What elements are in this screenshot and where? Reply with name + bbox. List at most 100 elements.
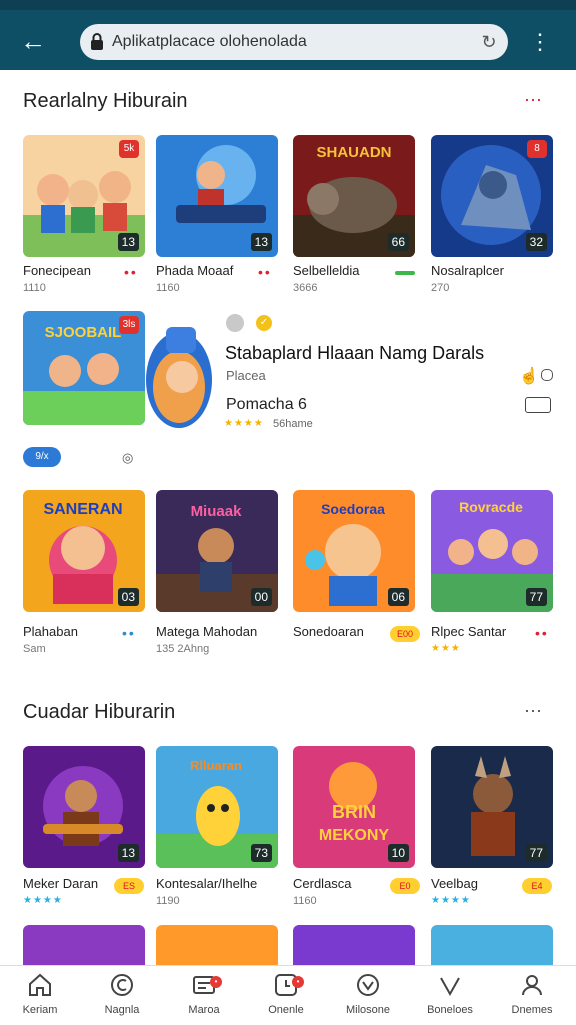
nav-label: Maroa [188,1004,220,1016]
card-count: 32 [525,233,547,251]
nav-label: Milosone [345,1004,391,1016]
nav-item-home[interactable]: Keriam [8,972,72,1022]
app-meta: 3666 [293,282,318,294]
nav-label: Keriam [22,1004,58,1016]
app-card[interactable]: Rovracde 77 [431,490,553,612]
progress-indicator [395,271,415,275]
install-icon[interactable] [525,397,551,413]
section-title: Rearlalny Hiburain [23,90,188,112]
app-card[interactable]: 8 32 [431,135,553,257]
card-count: 00 [250,588,272,606]
more-dots-icon[interactable]: •• [535,625,549,641]
more-options-icon[interactable]: ⋯ [524,701,544,722]
view-icon[interactable]: ◎ [122,450,133,466]
price-pill[interactable]: E00 [390,626,420,642]
more-dots-icon[interactable]: •• [258,264,272,280]
card-count: 77 [525,588,547,606]
svg-text:Rlluaran: Rlluaran [190,758,242,773]
svg-text:SANERAN: SANERAN [43,501,122,518]
app-card[interactable]: 13 [156,135,278,257]
nav-label: Boneloes [427,1004,473,1016]
price-pill[interactable]: ES [114,878,144,894]
reload-icon[interactable]: ↻ [478,31,500,53]
card-count: 10 [387,844,409,862]
shield-icon [357,974,379,996]
app-name: Matega Mahodan [156,624,258,639]
nav-item-missions[interactable]: Milosone [336,972,400,1022]
app-meta: 1110 [23,282,46,294]
status-bar [0,0,576,10]
featured-subtitle: Placea [226,368,266,383]
nav-item-profile[interactable]: Dnemes [500,972,564,1022]
card-count: 73 [250,844,272,862]
svg-text:Miuaak: Miuaak [191,503,243,520]
price-pill[interactable]: E4 [522,878,552,894]
app-card[interactable]: Soedoraa 06 [293,490,415,612]
developer-avatar [226,314,244,332]
nav-item-games[interactable]: Nagnla [90,972,154,1022]
like-icon[interactable]: ☝ [519,366,539,386]
card-count: 03 [117,588,139,606]
card-badge: 3ls [119,316,139,334]
card-badge: 5k [119,140,139,158]
app-meta: 1160 [293,895,317,907]
bottom-navigation: Keriam Nagnla • Maroa • Onenle Milosone … [0,965,576,1025]
lock-icon [91,33,103,50]
nav-label: Dnemes [511,1004,553,1016]
app-meta: 1190 [156,895,180,907]
more-dots-icon[interactable]: •• [124,264,138,280]
rating-stars: ★★★★ [224,418,264,429]
nav-item-list[interactable]: • Maroa [172,972,236,1022]
card-count: 06 [387,588,409,606]
card-count: 66 [387,233,409,251]
app-card[interactable]: 5k 13 [23,135,145,257]
notification-badge: • [210,976,222,988]
app-name: Selbelleldia [293,263,360,278]
circle-c-icon [111,974,133,996]
app-card[interactable]: BRIN MEKONY 10 [293,746,415,868]
heart-icon [440,977,460,997]
rating-stars: ★★★★ [23,895,63,906]
home-icon [29,973,51,996]
app-card[interactable] [156,925,278,965]
app-card[interactable]: SANERAN 03 [23,490,145,612]
app-name: Rlpec Santar [431,624,507,639]
app-card[interactable] [23,925,145,965]
url-text: Aplikatplacace olohenolada [112,33,307,50]
nav-label: Nagnla [104,1004,140,1016]
tag-pill[interactable]: 9/x [23,447,61,467]
app-card[interactable] [293,925,415,965]
back-arrow-icon[interactable]: ← [18,26,48,56]
app-card[interactable] [431,925,553,965]
person-icon [522,975,542,996]
kebab-menu-icon[interactable]: ⋮ [528,28,552,56]
more-options-icon[interactable]: ⋯ [524,90,544,111]
featured-price: Pomacha 6 [226,396,307,413]
rating-stars: ★★★★ [431,895,471,906]
nav-label: Onenle [268,1004,304,1016]
nav-item-favorites[interactable]: Boneloes [418,972,482,1022]
card-count: 77 [525,844,547,862]
featured-title: Stabaplard Hlaaan Namg Darals [225,343,485,363]
app-name: Meker Daran [23,876,99,891]
more-dots-icon[interactable]: •• [122,625,136,641]
app-card[interactable]: 77 [431,746,553,868]
app-name: Plahaban [23,624,78,639]
app-card[interactable]: 13 [23,746,145,868]
address-bar[interactable]: Aplikatplacace olohenolada ↻ [80,24,508,60]
price-pill[interactable]: E0 [390,878,420,894]
svg-text:Rovracde: Rovracde [459,499,523,515]
app-card[interactable]: Miuaak 00 [156,490,278,612]
featured-character-icon [146,327,212,428]
card-count: 13 [250,233,272,251]
share-icon[interactable] [541,369,553,381]
app-card[interactable]: Rlluaran 73 [156,746,278,868]
app-card[interactable]: SHAUADN 66 [293,135,415,257]
featured-app-image[interactable]: SJOOBAIL 3ls [23,311,145,425]
app-name: Nosalraplcer [431,263,504,278]
svg-text:MEKONY: MEKONY [319,827,390,844]
card-count: 13 [117,233,139,251]
app-name: Cerdlasca [293,876,352,891]
svg-text:SHAUADN: SHAUADN [317,144,392,161]
nav-item-updates[interactable]: • Onenle [254,972,318,1022]
